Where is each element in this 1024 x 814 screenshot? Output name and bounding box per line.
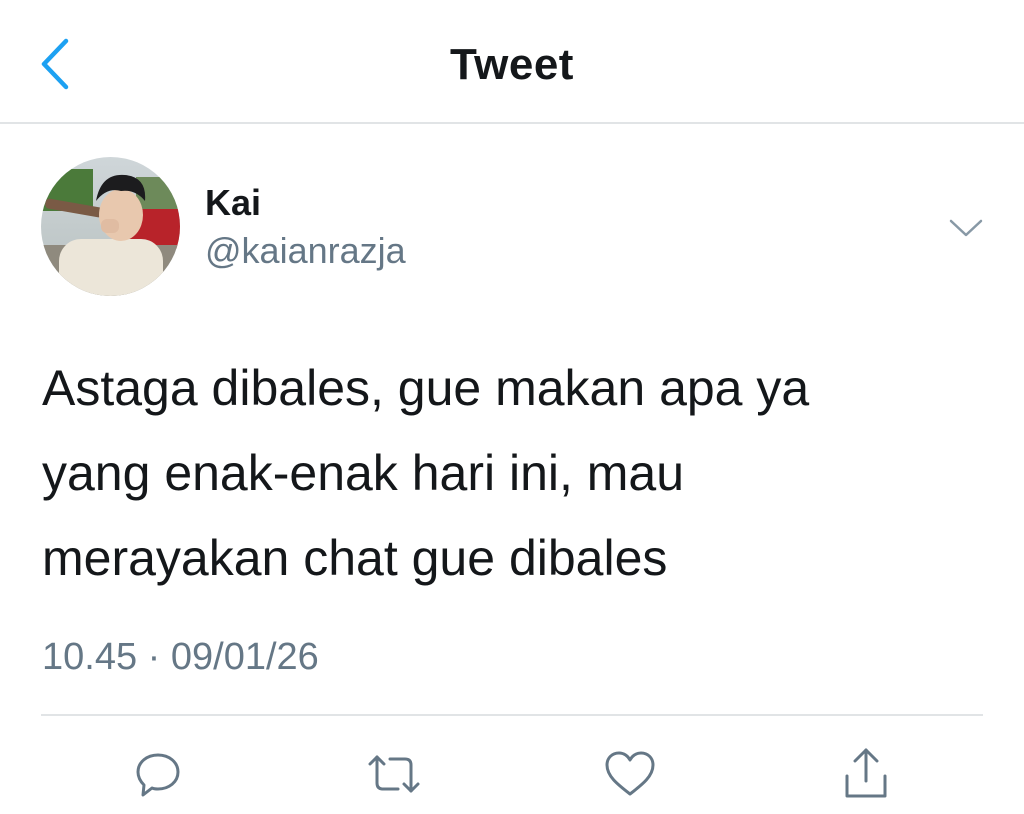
tweet-text: Astaga dibales, gue makan apa ya yang en… [42,346,942,601]
avatar-photo [41,157,180,296]
divider [41,714,983,716]
share-icon [845,748,887,798]
display-name[interactable]: Kai [205,182,261,224]
heart-icon [605,751,655,796]
top-bar: Tweet [0,0,1024,124]
share-button[interactable] [836,744,896,804]
user-handle[interactable]: @kaianrazja [205,230,406,272]
page-title: Tweet [450,40,574,89]
reply-button[interactable] [128,744,188,804]
tweet-options-button[interactable] [944,210,988,246]
chevron-down-icon [949,219,983,237]
tweet-text-line: yang enak-enak hari ini, mau [42,445,685,501]
retweet-button[interactable] [364,744,424,804]
tweet-text-line: Astaga dibales, gue makan apa ya [42,360,810,416]
tweet-timestamp[interactable]: 10.45 · 09/01/26 [42,636,319,679]
reply-icon [136,753,180,797]
retweet-icon [368,755,420,793]
avatar[interactable] [41,157,180,296]
tweet-text-line: merayakan chat gue dibales [42,530,668,586]
like-button[interactable] [600,744,660,804]
